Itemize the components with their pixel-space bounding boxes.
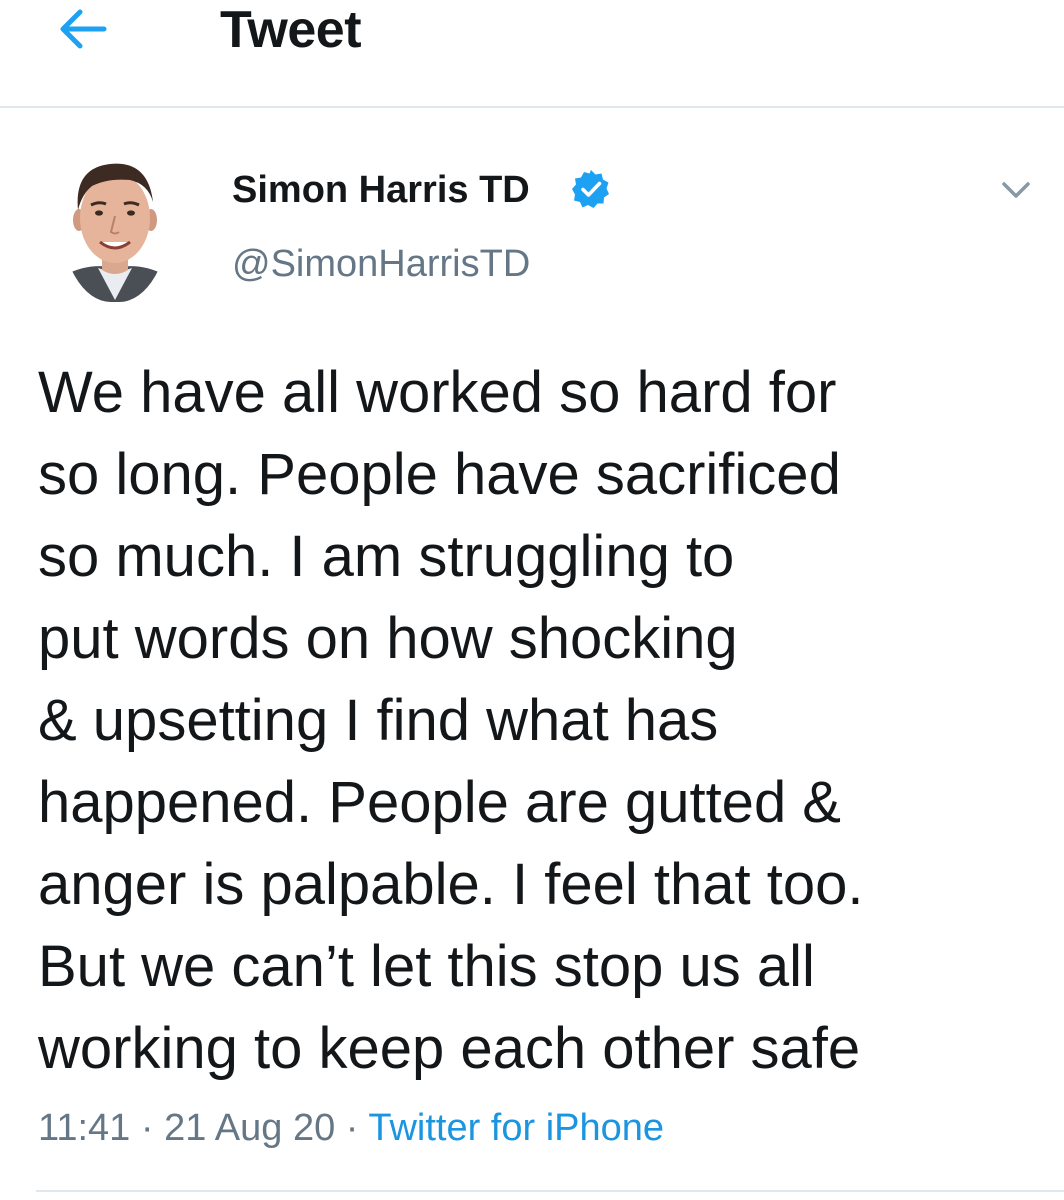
avatar[interactable] xyxy=(60,150,170,302)
tweet-metadata: 11:41 · 21 Aug 20 · Twitter for iPhone xyxy=(38,1104,664,1152)
page-title: Tweet xyxy=(220,1,362,59)
author-name[interactable]: Simon Harris TD xyxy=(232,168,530,212)
meta-separator: · xyxy=(130,1107,165,1149)
tweet-time[interactable]: 11:41 xyxy=(38,1107,130,1149)
verified-badge-icon xyxy=(570,168,612,210)
meta-separator: · xyxy=(335,1107,369,1149)
tweet-menu-button[interactable] xyxy=(998,172,1034,208)
tweet-source-link[interactable]: Twitter for iPhone xyxy=(368,1107,664,1149)
chevron-down-icon xyxy=(1002,182,1030,198)
divider xyxy=(36,1190,1064,1192)
tweet-text: We have all worked so hard for so long. … xyxy=(38,360,864,1081)
author-handle[interactable]: @SimonHarrisTD xyxy=(232,240,530,288)
top-bar: Tweet xyxy=(0,0,1064,108)
tweet-date[interactable]: 21 Aug 20 xyxy=(164,1107,335,1149)
arrow-left-icon xyxy=(60,9,107,49)
profile-photo xyxy=(60,150,170,302)
back-button[interactable] xyxy=(52,4,114,54)
